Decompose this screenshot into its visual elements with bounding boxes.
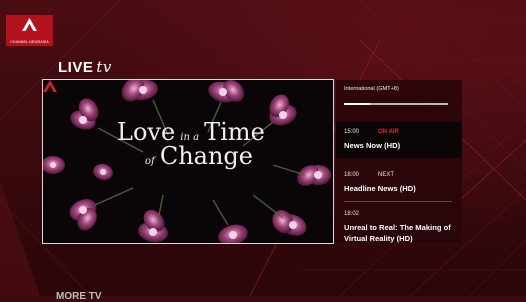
schedule-item-next[interactable]: 18:00 NEXT Headline News (HD) bbox=[336, 166, 462, 202]
on-air-badge: ON AIR bbox=[378, 129, 399, 135]
schedule-title: Headline News (HD) bbox=[344, 184, 416, 193]
more-section-label: MORE TV bbox=[56, 291, 102, 302]
schedule-divider bbox=[344, 201, 452, 202]
schedule-time: 18:00 bbox=[344, 172, 360, 178]
schedule-title: Unreal to Real: The Making of Virtual Re… bbox=[344, 223, 451, 243]
show-title-connector2: of bbox=[145, 156, 155, 167]
timezone-label: International (GMT+8) bbox=[344, 86, 399, 92]
tv-label: tv bbox=[96, 58, 112, 76]
live-label: LIVE bbox=[58, 59, 94, 76]
video-player[interactable]: Love in a Time of Change bbox=[42, 79, 334, 244]
schedule-item-now[interactable]: 15:00 ON AIR News Now (HD) bbox=[336, 122, 462, 158]
schedule-title: News Now (HD) bbox=[344, 141, 401, 150]
schedule-panel: International (GMT+8) 15:00 ON AIR News … bbox=[336, 80, 462, 243]
schedule-time: 18:02 bbox=[344, 211, 360, 217]
show-title-line3: Change bbox=[159, 142, 253, 170]
show-title-line1: Love bbox=[117, 118, 176, 146]
schedule-item-later[interactable]: 18:02 Unreal to Real: The Making of Virt… bbox=[336, 207, 462, 243]
next-badge: NEXT bbox=[378, 172, 395, 178]
logo-text: CHANNEL NEWSASIA bbox=[10, 40, 49, 44]
show-title-line2: Time bbox=[204, 118, 265, 146]
channel-watermark-icon bbox=[43, 80, 57, 92]
show-title-art: Love in a Time of Change bbox=[117, 120, 267, 168]
progress-fill bbox=[344, 103, 370, 105]
page-title: LIVE tv bbox=[58, 58, 112, 76]
logo-mark-icon bbox=[22, 18, 37, 31]
progress-bar bbox=[344, 103, 448, 105]
schedule-time: 15:00 bbox=[344, 129, 360, 135]
channel-logo: CHANNEL NEWSASIA bbox=[6, 15, 53, 46]
